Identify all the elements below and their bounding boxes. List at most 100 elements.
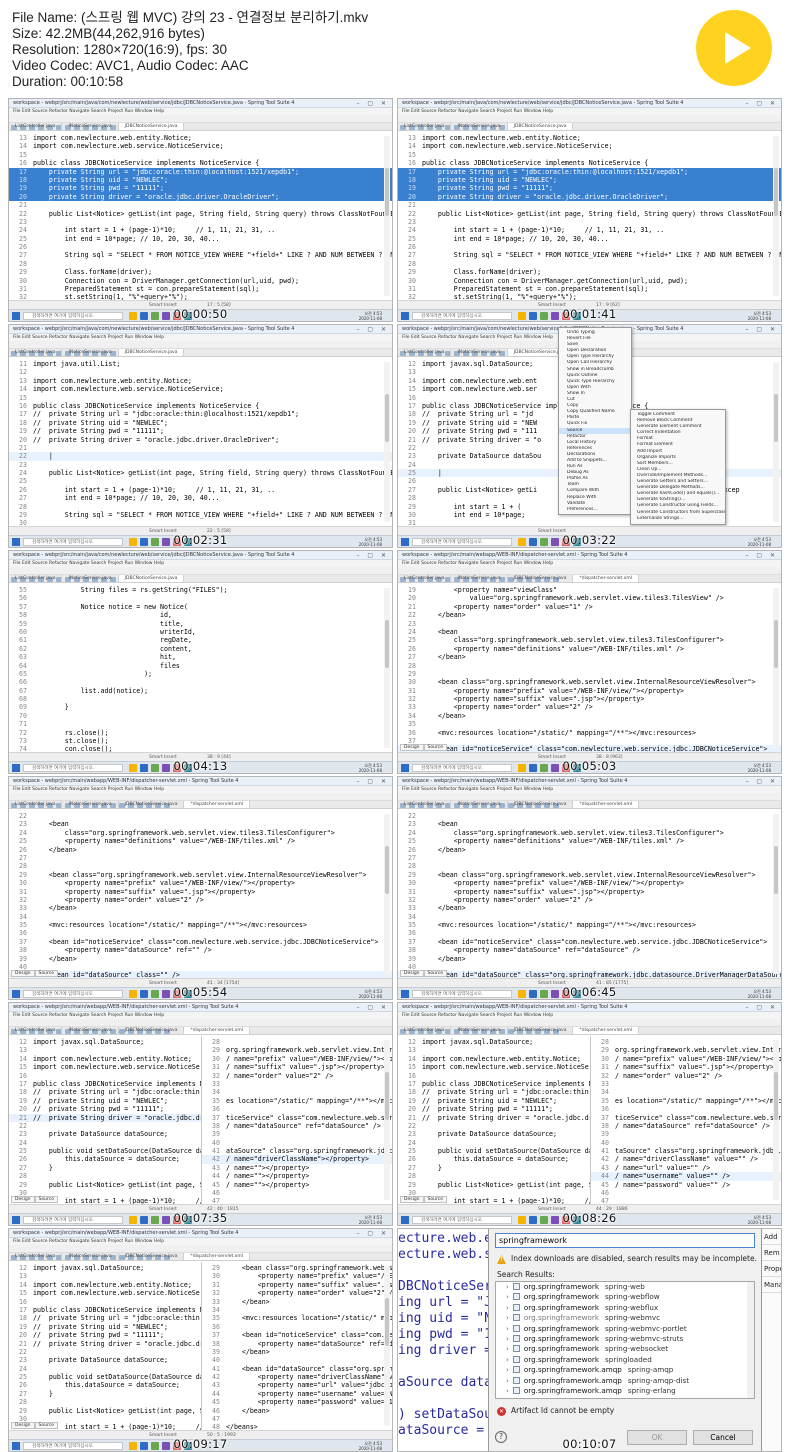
xml-editor[interactable]: 22 23 <bean 24 class="org.springframework.… (398, 810, 781, 978)
taskbar-app-icon[interactable] (151, 538, 159, 546)
scroll-thumb[interactable] (385, 620, 389, 668)
menu-bar[interactable]: File Edit Source Refactor Navigate Searc… (9, 334, 392, 341)
menu-bar[interactable]: File Edit Source Refactor Navigate Searc… (9, 108, 392, 115)
editor-tab[interactable]: *dispatcher-servlet.xml (573, 801, 639, 808)
expand-chevron-icon[interactable]: › (506, 1324, 509, 1333)
taskbar-app-icon[interactable] (162, 538, 170, 546)
source-code[interactable]: 22 23 <bean 24 class="org.springframework.… (398, 810, 781, 978)
menu-bar[interactable]: File Edit Source Refactor Navigate Searc… (9, 1238, 392, 1245)
source-code[interactable]: 11 import java.util.List; 12 13 import com.n… (9, 358, 392, 526)
taskbar-search[interactable]: 검색하려면 여기에 입력하십시오. (23, 312, 123, 320)
taskbar-app-icon[interactable] (551, 990, 559, 998)
taskbar-app-icon[interactable] (140, 1216, 148, 1224)
video-frame-thumbnail[interactable]: workspace - webprj/src/main/webapp/WEB-I… (397, 550, 782, 774)
taskbar-app-icon[interactable] (529, 312, 537, 320)
taskbar-app-icon[interactable] (129, 764, 137, 772)
java-code[interactable]: 12 import javax.sql.DataSource; 13 14 import… (9, 1262, 201, 1430)
vertical-scrollbar[interactable] (384, 588, 390, 748)
editor-tab[interactable]: INoticeService.java (62, 1253, 119, 1260)
editor-tab[interactable]: INoticeService.java (62, 1027, 119, 1034)
java-editor-pane[interactable]: 12 import javax.sql.DataSource; 13 14 import… (9, 1036, 201, 1204)
ok-button[interactable]: OK (627, 1430, 687, 1445)
windows-start-icon[interactable] (401, 538, 409, 546)
source-tab[interactable]: Source (423, 970, 448, 977)
video-frame-thumbnail[interactable]: workspace - webprj/src/main/java/com/new… (397, 324, 782, 548)
java-editor-pane[interactable]: 12 import javax.sql.DataSource; 13 14 import… (398, 1036, 590, 1204)
windows-start-icon[interactable] (12, 312, 20, 320)
java-editor[interactable]: 13 import com.newlecture.web.entity.Notic… (9, 132, 392, 300)
window-controls[interactable]: – ▢ ✕ (745, 551, 778, 560)
result-item[interactable]: › org.springframework spring-webflow (496, 1292, 754, 1302)
source-tab[interactable]: Source (34, 1422, 59, 1429)
window-controls[interactable]: – ▢ ✕ (356, 99, 389, 108)
vertical-scrollbar[interactable] (773, 136, 779, 296)
taskbar-search[interactable]: 검색하려면 여기에 입력하십시오. (412, 990, 512, 998)
editor-tab[interactable]: ListController.java (398, 801, 452, 808)
editor-tab[interactable]: ListController.java (9, 1253, 63, 1260)
result-item[interactable]: › org.springframework.amqp spring-erlang (496, 1386, 754, 1396)
design-tab[interactable]: Design (400, 744, 424, 751)
window-controls[interactable]: – ▢ ✕ (356, 325, 389, 334)
editor-tab[interactable]: *dispatcher-servlet.xml (184, 801, 250, 808)
xml-code[interactable]: 29 <bean class="org.springframework.web.… (202, 1262, 392, 1430)
editor-tab[interactable]: ListController.java (9, 1027, 63, 1034)
taskbar-app-icon[interactable] (151, 1442, 159, 1450)
windows-start-icon[interactable] (401, 1216, 409, 1224)
windows-start-icon[interactable] (12, 990, 20, 998)
video-frame-thumbnail[interactable]: workspace - webprj/src/main/webapp/WEB-I… (397, 1002, 782, 1226)
result-item[interactable]: › org.springframework springloaded (496, 1355, 754, 1365)
video-frame-thumbnail[interactable]: workspace - webprj/src/main/java/com/new… (8, 550, 393, 774)
taskbar-app-icon[interactable] (140, 764, 148, 772)
vertical-scrollbar[interactable] (384, 1040, 390, 1200)
taskbar-app-icon[interactable] (540, 1216, 548, 1224)
source-code[interactable]: 55 String files = rs.getString("FILES");… (9, 584, 392, 752)
taskbar-app-icon[interactable] (129, 1442, 137, 1450)
taskbar-app-icon[interactable] (162, 1216, 170, 1224)
taskbar-app-icon[interactable] (140, 1442, 148, 1450)
editor-tab[interactable]: INoticeService.java (62, 575, 119, 582)
java-editor[interactable]: 55 String files = rs.getString("FILES");… (9, 584, 392, 752)
vertical-scrollbar[interactable] (773, 362, 779, 522)
taskbar-app-icon[interactable] (540, 764, 548, 772)
play-icon[interactable] (696, 10, 772, 86)
taskbar-search[interactable]: 검색하려면 여기에 입력하십시오. (23, 990, 123, 998)
taskbar-app-icon[interactable] (551, 764, 559, 772)
taskbar-app-icon[interactable] (518, 764, 526, 772)
xml-code[interactable]: 28 29 org.springframework.web.servlet.view… (591, 1036, 781, 1204)
editor-tab[interactable]: ListController.java (398, 123, 452, 130)
expand-chevron-icon[interactable]: › (506, 1386, 509, 1395)
taskbar-app-icon[interactable] (129, 312, 137, 320)
vertical-scrollbar[interactable] (384, 814, 390, 974)
expand-chevron-icon[interactable]: › (506, 1344, 509, 1353)
editor-tab[interactable]: *dispatcher-servlet.xml (573, 1027, 639, 1034)
editor-tab[interactable]: JDBCNoticeService.java (118, 349, 185, 356)
submenu-item[interactable]: Externalize Strings... (631, 516, 725, 522)
menu-bar[interactable]: File Edit Source Refactor Navigate Searc… (398, 786, 781, 793)
scroll-thumb[interactable] (774, 394, 778, 442)
taskbar-app-icon[interactable] (151, 1216, 159, 1224)
taskbar-app-icon[interactable] (529, 764, 537, 772)
taskbar-app-icon[interactable] (540, 538, 548, 546)
vertical-scrollbar[interactable] (384, 362, 390, 522)
java-code[interactable]: 12 import javax.sql.DataSource; 13 14 import… (398, 1036, 590, 1204)
side-panel-button[interactable]: Add (762, 1229, 781, 1245)
menu-bar[interactable]: File Edit Source Refactor Navigate Searc… (398, 1012, 781, 1019)
side-panel-button[interactable]: Mana (762, 1277, 781, 1293)
scroll-thumb[interactable] (774, 846, 778, 894)
java-editor[interactable]: 13 import com.newlecture.web.entity.Notic… (398, 132, 781, 300)
taskbar-app-icon[interactable] (129, 538, 137, 546)
design-tab[interactable]: Design (11, 1196, 35, 1203)
editor-tab[interactable]: JDBCNoticeService.java (119, 1253, 185, 1260)
taskbar-app-icon[interactable] (151, 990, 159, 998)
source-code[interactable]: 13 import com.newlecture.web.entity.Notic… (398, 132, 781, 300)
source-code[interactable]: 22 23 <bean 24 class="org.springframework.… (9, 810, 392, 978)
expand-chevron-icon[interactable]: › (506, 1303, 509, 1312)
taskbar-app-icon[interactable] (518, 1216, 526, 1224)
result-item[interactable]: › org.springframework spring-webmvc-struts (496, 1334, 754, 1344)
source-tab[interactable]: Source (423, 1196, 448, 1203)
taskbar-app-icon[interactable] (551, 1216, 559, 1224)
editor-tab[interactable]: ListController.java (9, 801, 63, 808)
taskbar-search[interactable]: 검색하려면 여기에 입력하십시오. (23, 538, 123, 546)
design-tab[interactable]: Design (400, 1196, 424, 1203)
xml-code[interactable]: 28 29 org.springframework.web.servlet.view… (202, 1036, 392, 1204)
